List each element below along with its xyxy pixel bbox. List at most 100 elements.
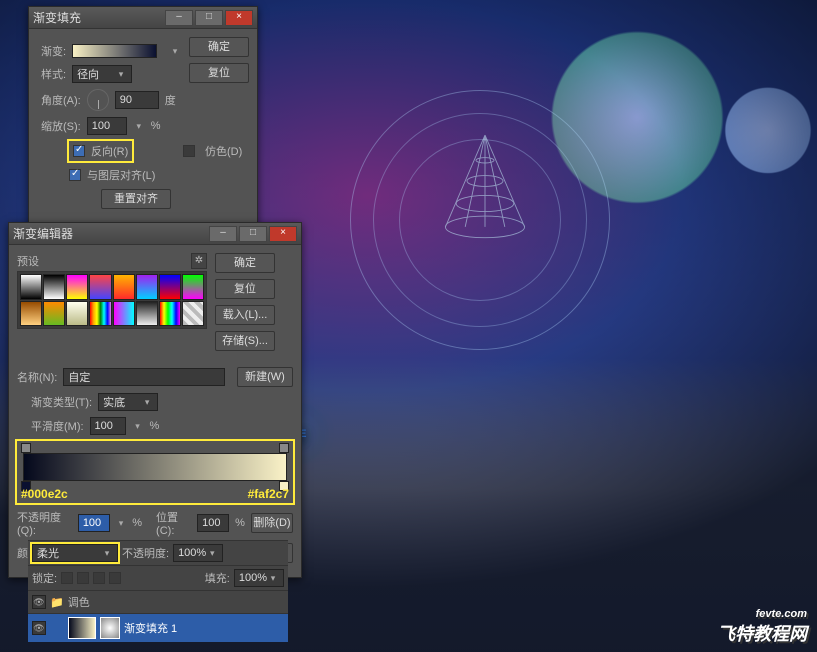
reset-align-button[interactable]: 重置对齐 — [101, 189, 171, 209]
preset-swatch[interactable] — [66, 301, 88, 327]
preset-swatch[interactable] — [136, 301, 158, 327]
angle-input[interactable] — [115, 91, 159, 109]
gradient-preview[interactable] — [72, 44, 157, 58]
close-button[interactable]: × — [269, 226, 297, 242]
scale-label: 缩放(S): — [41, 118, 81, 134]
preset-swatch[interactable] — [182, 301, 204, 327]
preset-swatch[interactable] — [159, 274, 181, 300]
preset-swatch[interactable] — [89, 301, 111, 327]
preset-swatch[interactable] — [43, 301, 65, 327]
preset-swatch[interactable] — [159, 301, 181, 327]
visibility-toggle[interactable]: 👁 — [32, 595, 46, 609]
angle-label: 角度(A): — [41, 92, 81, 108]
gradient-bar[interactable] — [23, 453, 287, 481]
lock-pixels-icon[interactable] — [77, 572, 89, 584]
delete-opacity-stop-button[interactable]: 删除(D) — [251, 513, 293, 533]
cancel-button[interactable]: 复位 — [189, 63, 249, 83]
style-dropdown[interactable]: 径向▾ — [72, 65, 132, 83]
stop-pos-input[interactable] — [197, 514, 229, 532]
lock-label: 锁定: — [32, 570, 57, 586]
layer-row-group[interactable]: 👁 📁 调色 — [28, 590, 288, 613]
gradtype-label: 渐变类型(T): — [31, 394, 92, 410]
cancel-button[interactable]: 复位 — [215, 279, 275, 299]
stop-opacity-step[interactable]: ▾ — [116, 518, 126, 529]
align-checkbox[interactable] — [69, 169, 81, 181]
ok-button[interactable]: 确定 — [215, 253, 275, 273]
smooth-label: 平滑度(M): — [31, 418, 84, 434]
lock-transparency-icon[interactable] — [61, 572, 73, 584]
blendmode-dropdown[interactable]: 柔光▾ — [32, 544, 118, 562]
opacity-stop-right[interactable] — [279, 443, 289, 453]
stop-opacity-input[interactable] — [78, 514, 110, 532]
wireframe-cone-graphic — [440, 130, 530, 250]
preset-swatch[interactable] — [89, 274, 111, 300]
dialog-title: 渐变编辑器 — [13, 225, 207, 242]
preset-swatch[interactable] — [43, 274, 65, 300]
preset-swatch[interactable] — [66, 274, 88, 300]
layer-opacity-label: 不透明度: — [122, 545, 169, 561]
new-button[interactable]: 新建(W) — [237, 367, 293, 387]
close-button[interactable]: × — [225, 10, 253, 26]
gradient-dropdown-icon[interactable]: ▾ — [169, 46, 181, 57]
dither-checkbox[interactable] — [183, 145, 195, 157]
layers-panel: 柔光▾ 不透明度: 100%▾ 锁定: 填充: 100%▾ 👁 📁 调色 👁 渐… — [28, 540, 288, 642]
smooth-pct: % — [150, 420, 160, 432]
fill-dropdown[interactable]: 100%▾ — [234, 569, 284, 587]
layer-name[interactable]: 渐变填充 1 — [124, 620, 177, 636]
preset-grid — [17, 271, 207, 329]
preset-swatch[interactable] — [136, 274, 158, 300]
visibility-toggle[interactable]: 👁 — [32, 621, 46, 635]
preset-swatch[interactable] — [113, 301, 135, 327]
right-hex-label: #faf2c7 — [248, 487, 289, 501]
opacity-stop-left[interactable] — [21, 443, 31, 453]
gradtype-dropdown[interactable]: 实底▾ — [98, 393, 158, 411]
presets-menu-icon[interactable]: ✲ — [191, 253, 207, 269]
stop-opacity-pct: % — [132, 517, 142, 529]
minimize-button[interactable]: – — [209, 226, 237, 242]
reverse-checkbox[interactable] — [73, 145, 85, 157]
stop-opacity-label: 不透明度(Q): — [17, 509, 72, 537]
layer-mask-thumb[interactable] — [100, 617, 120, 639]
stop-pos-pct: % — [235, 517, 245, 529]
folder-icon: 📁 — [50, 596, 64, 609]
maximize-button[interactable]: □ — [195, 10, 223, 26]
gradient-fill-dialog: 渐变填充 – □ × 渐变: ▾ 样式: 径向▾ 角度(A): 度 缩放(S): — [28, 6, 258, 234]
dither-label: 仿色(D) — [205, 143, 242, 159]
load-button[interactable]: 载入(L)... — [215, 305, 275, 325]
watermark: fevte.com 飞特教程网 — [717, 608, 807, 646]
watermark-site: 飞特教程网 — [717, 620, 807, 646]
angle-dial[interactable] — [87, 89, 109, 111]
minimize-button[interactable]: – — [165, 10, 193, 26]
align-label: 与图层对齐(L) — [87, 167, 155, 183]
scale-step-icon[interactable]: ▾ — [133, 121, 145, 132]
name-input[interactable] — [63, 368, 225, 386]
smooth-input[interactable] — [90, 417, 126, 435]
preset-swatch[interactable] — [20, 301, 42, 327]
smooth-step-icon[interactable]: ▾ — [132, 421, 144, 432]
lock-position-icon[interactable] — [93, 572, 105, 584]
dialog-title: 渐变填充 — [33, 9, 163, 26]
gradient-label: 渐变: — [41, 43, 66, 59]
preset-swatch[interactable] — [113, 274, 135, 300]
preset-swatch[interactable] — [20, 274, 42, 300]
gradient-editor-titlebar[interactable]: 渐变编辑器 – □ × — [9, 223, 301, 245]
angle-unit: 度 — [165, 92, 176, 108]
scale-input[interactable] — [87, 117, 127, 135]
layer-thumb[interactable] — [68, 617, 96, 639]
watermark-url: fevte.com — [717, 608, 807, 620]
reverse-label: 反向(R) — [91, 143, 128, 159]
left-hex-label: #000e2c — [21, 487, 68, 501]
fill-label: 填充: — [205, 570, 230, 586]
maximize-button[interactable]: □ — [239, 226, 267, 242]
layer-opacity-dropdown[interactable]: 100%▾ — [173, 544, 223, 562]
gradient-editor-dialog: 渐变编辑器 – □ × 预设 ✲ 确定 复位 载入(L)... 存储(S)...… — [8, 222, 302, 578]
stop-pos-label: 位置(C): — [156, 509, 191, 537]
layer-name[interactable]: 调色 — [68, 594, 90, 610]
presets-label: 预设 — [17, 253, 39, 269]
lock-all-icon[interactable] — [109, 572, 121, 584]
gradient-fill-titlebar[interactable]: 渐变填充 – □ × — [29, 7, 257, 29]
save-button[interactable]: 存储(S)... — [215, 331, 275, 351]
ok-button[interactable]: 确定 — [189, 37, 249, 57]
layer-row-selected[interactable]: 👁 渐变填充 1 — [28, 613, 288, 642]
preset-swatch[interactable] — [182, 274, 204, 300]
